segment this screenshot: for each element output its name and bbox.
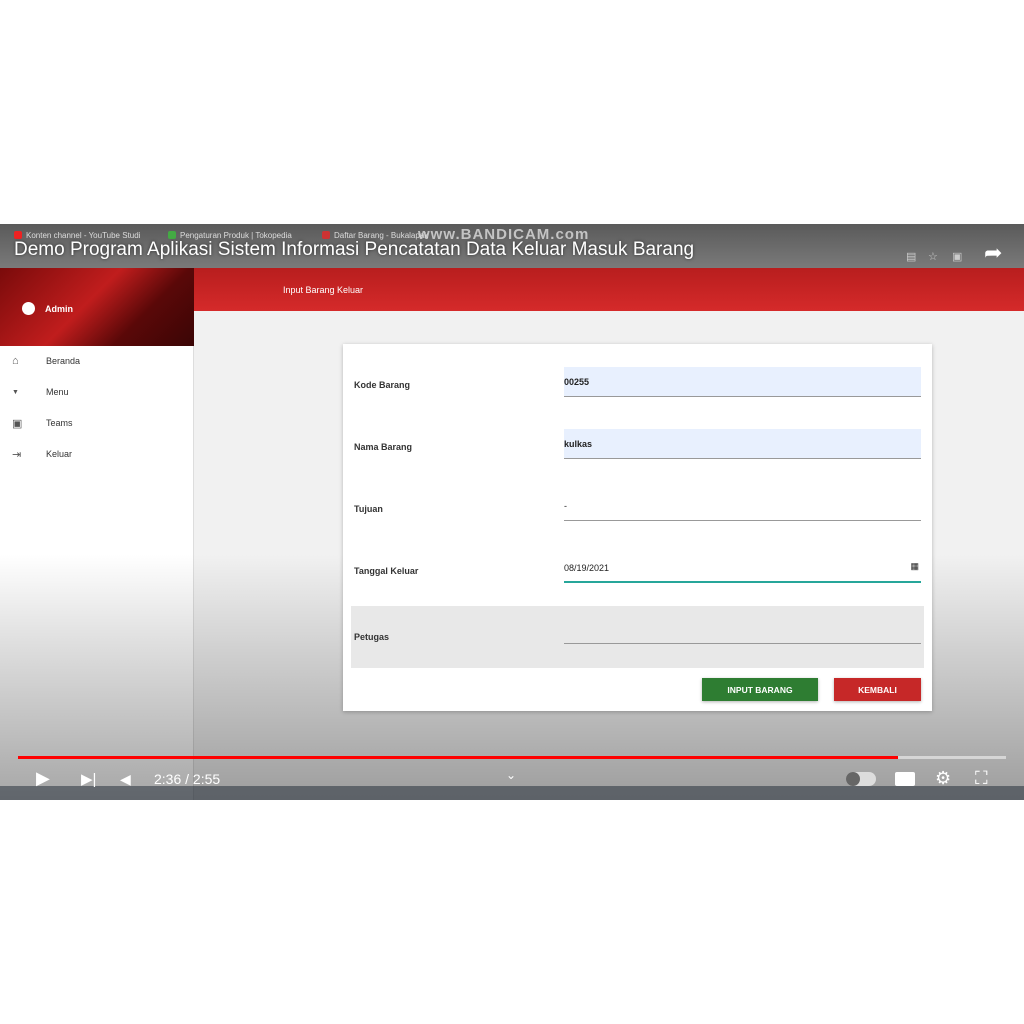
progress-bar[interactable] — [18, 756, 1006, 759]
account-icon — [22, 302, 35, 315]
share-icon[interactable]: ➦ — [984, 240, 1002, 266]
sidebar-item-menu[interactable]: ▼ Menu — [0, 382, 194, 402]
form-row-petugas: Petugas — [351, 606, 924, 668]
settings-icon[interactable]: ⚙ — [935, 768, 951, 789]
form-card: Kode Barang 00255 Nama Barang kulkas Tujua… — [343, 344, 932, 711]
progress-fill — [18, 756, 899, 759]
extension-icon: ▣ — [952, 251, 963, 263]
form-row-tanggal-keluar: Tanggal Keluar 08/19/2021 ▦ — [343, 530, 932, 592]
sidebar-header: Admin — [0, 268, 194, 346]
chevron-down-icon[interactable]: ⌄ — [506, 768, 516, 782]
kembali-button[interactable]: KEMBALI — [834, 678, 921, 701]
user-profile: Admin — [22, 302, 73, 315]
star-icon: ☆ — [928, 251, 938, 263]
calendar-icon[interactable]: ▦ — [910, 561, 919, 572]
sidebar: ⌂ Beranda ▼ Menu ▣ Teams ⇥ Keluar — [0, 346, 194, 800]
next-icon[interactable]: ▶| — [81, 770, 96, 788]
input-barang-button[interactable]: INPUT BARANG — [702, 678, 818, 701]
tanggal-keluar-input[interactable]: 08/19/2021 ▦ — [564, 553, 921, 583]
browser-chrome: Konten channel - YouTube Studi Pengatura… — [0, 224, 1024, 268]
kode-barang-input[interactable]: 00255 — [564, 367, 921, 397]
nav-label: Keluar — [46, 449, 73, 459]
date-value: 08/19/2021 — [564, 563, 610, 573]
sidebar-item-beranda[interactable]: ⌂ Beranda — [0, 351, 194, 371]
form-row-kode-barang: Kode Barang 00255 — [343, 344, 932, 406]
page-title: Input Barang Keluar — [283, 285, 364, 295]
nav-label: Menu — [46, 387, 69, 397]
field-label: Petugas — [354, 632, 390, 642]
petugas-input[interactable] — [564, 616, 921, 644]
exit-fullscreen-icon[interactable]: ⛶ — [975, 768, 988, 789]
sidebar-item-teams[interactable]: ▣ Teams — [0, 413, 194, 433]
home-icon: ⌂ — [12, 355, 19, 367]
field-label: Nama Barang — [354, 442, 413, 452]
subtitles-icon[interactable] — [895, 772, 915, 786]
sidebar-item-keluar[interactable]: ⇥ Keluar — [0, 444, 194, 464]
field-label: Tujuan — [354, 504, 383, 514]
form-row-tujuan: Tujuan - — [343, 468, 932, 530]
autoplay-toggle[interactable] — [846, 772, 876, 786]
volume-icon[interactable]: ◀ — [120, 771, 131, 788]
taskbar — [0, 786, 1024, 800]
translate-icon: ▤ — [906, 251, 917, 263]
form-row-nama-barang: Nama Barang kulkas — [343, 406, 932, 468]
pause-icon — [846, 772, 860, 786]
contacts-icon: ▣ — [12, 417, 23, 430]
caret-down-icon: ▼ — [12, 388, 19, 396]
video-title[interactable]: Demo Program Aplikasi Sistem Informasi P… — [14, 239, 694, 261]
nav-label: Beranda — [46, 356, 81, 366]
video-player[interactable]: Konten channel - YouTube Studi Pengatura… — [0, 224, 1024, 800]
logout-icon: ⇥ — [12, 448, 22, 461]
app-header: Input Barang Keluar — [194, 268, 1024, 311]
nav-label: Teams — [46, 418, 73, 428]
tujuan-input[interactable]: - — [564, 491, 921, 521]
play-icon[interactable]: ▶ — [36, 768, 50, 789]
field-label: Tanggal Keluar — [354, 566, 419, 576]
time-display: 2:36 / 2:55 — [154, 771, 221, 787]
user-name: Admin — [45, 303, 73, 314]
nama-barang-input[interactable]: kulkas — [564, 429, 921, 459]
field-label: Kode Barang — [354, 380, 411, 390]
